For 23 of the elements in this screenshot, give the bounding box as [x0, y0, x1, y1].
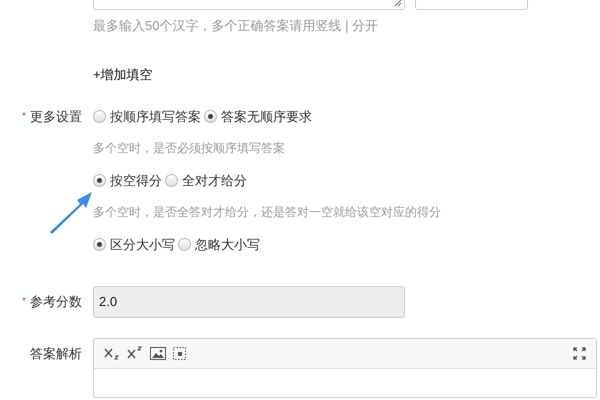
hint-text: 最多输入50个汉字，多个正确答案请用竖线 | 分开	[93, 17, 380, 35]
dotted-box-icon[interactable]	[173, 346, 186, 360]
score-field[interactable]: 2.0	[93, 286, 405, 318]
superscript-icon[interactable]	[127, 346, 143, 360]
image-icon[interactable]	[150, 346, 166, 360]
field-label: 参考分数	[30, 292, 82, 311]
radio-option[interactable]: 区分大小写	[93, 234, 175, 254]
radio-option[interactable]: 按顺序填写答案	[93, 106, 201, 126]
radio-option[interactable]: 全对才给分	[165, 170, 247, 190]
radio-option[interactable]: 忽略大小写	[178, 234, 260, 254]
radio-option[interactable]: 按空得分	[93, 170, 162, 190]
add-blank-link[interactable]: +增加填空	[93, 64, 153, 82]
radio-option[interactable]: 答案无顺序要求	[204, 106, 312, 126]
fullscreen-icon[interactable]	[573, 346, 586, 360]
resize-grip-icon	[394, 0, 402, 7]
required-mark: *	[22, 295, 26, 309]
field-label: 答案解析	[30, 344, 82, 363]
arrow-annotation	[48, 190, 94, 234]
subscript-icon[interactable]	[104, 346, 120, 360]
hint-text: 多个空时，是否全答对才给分，还是答对一空就给该空对应的得分	[93, 204, 442, 220]
required-mark: *	[22, 110, 26, 124]
hint-text: 多个空时，是否必须按顺序填写答案	[93, 140, 286, 156]
field-label: 更多设置	[30, 108, 82, 126]
